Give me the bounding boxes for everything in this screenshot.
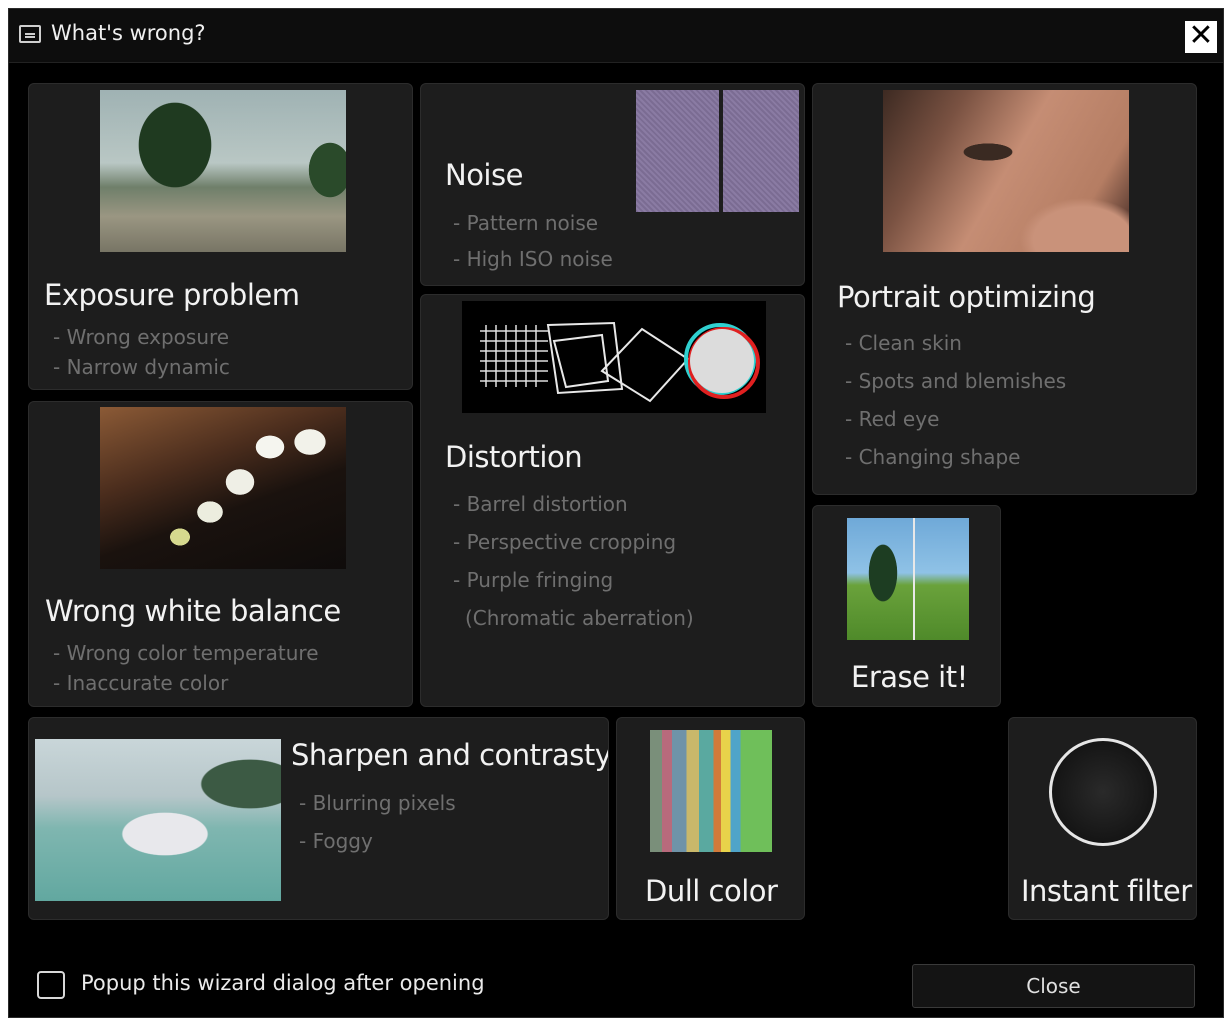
tile-item: - Changing shape: [845, 445, 1021, 469]
title-bar: What's wrong? ✕: [9, 9, 1223, 63]
tile-distortion[interactable]: Distortion - Barrel distortion - Perspec…: [420, 294, 805, 707]
sharpen-thumbnail: [35, 739, 281, 901]
lens-ring-icon: [1049, 738, 1157, 846]
window-title: What's wrong?: [51, 21, 206, 45]
tile-item: - Clean skin: [845, 331, 962, 355]
tile-item: - Pattern noise: [453, 211, 599, 235]
white-balance-thumbnail: [100, 407, 346, 569]
tile-exposure-problem[interactable]: Exposure problem - Wrong exposure - Narr…: [28, 83, 413, 390]
close-icon[interactable]: ✕: [1185, 21, 1217, 53]
tile-title: Erase it!: [851, 660, 968, 694]
tile-item: - Barrel distortion: [453, 492, 628, 516]
tile-title: Exposure problem: [44, 278, 300, 312]
tile-title: Wrong white balance: [45, 594, 341, 628]
tile-title: Instant filter: [1021, 874, 1192, 908]
popup-wizard-checkbox[interactable]: [37, 971, 65, 999]
distortion-thumbnail: [462, 301, 766, 413]
tile-item: - Inaccurate color: [53, 671, 229, 695]
tile-item: - Red eye: [845, 407, 940, 431]
tile-title: Portrait optimizing: [837, 280, 1096, 314]
tile-item: - Perspective cropping: [453, 530, 677, 554]
noise-thumbnail: [636, 90, 799, 212]
tile-title: Noise: [445, 158, 523, 192]
tile-item: - Wrong exposure: [53, 325, 230, 349]
grid-icon: [480, 325, 548, 387]
tile-item: - High ISO noise: [453, 247, 613, 271]
tile-item: - Foggy: [299, 829, 373, 853]
exposure-thumbnail: [100, 90, 346, 252]
close-button[interactable]: Close: [912, 964, 1195, 1008]
portrait-thumbnail: [883, 90, 1129, 252]
tile-item: - Spots and blemishes: [845, 369, 1067, 393]
tile-instant-filter[interactable]: Instant filter: [1008, 717, 1197, 920]
tile-noise[interactable]: Noise - Pattern noise - High ISO noise: [420, 83, 805, 286]
tile-dull-color[interactable]: Dull color: [616, 717, 805, 920]
tile-item: - Purple fringing: [453, 568, 614, 592]
tile-title: Distortion: [445, 440, 583, 474]
distortion-illustration: [480, 321, 760, 403]
tile-item: - Narrow dynamic: [53, 355, 230, 379]
tile-item: - Blurring pixels: [299, 791, 456, 815]
tile-title: Sharpen and contrasty: [291, 738, 609, 772]
tile-item: (Chromatic aberration): [465, 606, 694, 630]
perspective-icon: [546, 321, 690, 403]
tile-erase-it[interactable]: Erase it!: [812, 505, 1001, 707]
dull-color-thumbnail: [650, 730, 772, 852]
popup-wizard-label: Popup this wizard dialog after opening: [81, 971, 485, 995]
tile-wrong-white-balance[interactable]: Wrong white balance - Wrong color temper…: [28, 401, 413, 707]
tile-sharpen-and-contrasty[interactable]: Sharpen and contrasty - Blurring pixels …: [28, 717, 609, 920]
window-icon: [19, 25, 41, 43]
wizard-dialog: What's wrong? ✕ Exposure problem - Wrong…: [8, 8, 1224, 1018]
tile-portrait-optimizing[interactable]: Portrait optimizing - Clean skin - Spots…: [812, 83, 1197, 495]
erase-thumbnail: [847, 518, 969, 640]
tile-item: - Wrong color temperature: [53, 641, 319, 665]
fringe-disc-icon: [690, 329, 754, 393]
tile-title: Dull color: [645, 874, 778, 908]
